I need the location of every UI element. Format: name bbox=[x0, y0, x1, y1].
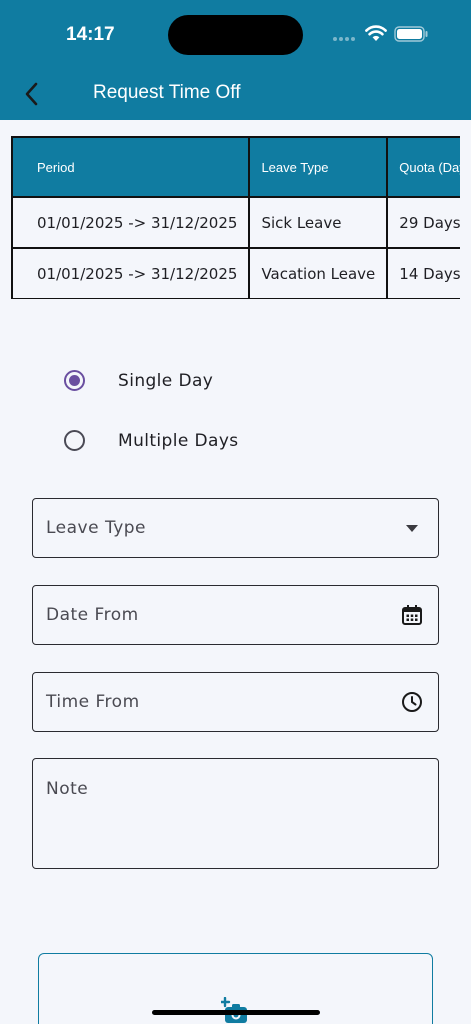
dynamic-island bbox=[168, 15, 303, 55]
cellular-signal-icon bbox=[333, 37, 359, 43]
page-title: Request Time Off bbox=[93, 82, 241, 103]
date-from-label: Date From bbox=[46, 605, 139, 625]
table-row: 01/01/2025 -> 31/12/2025 Vacation Leave … bbox=[11, 247, 460, 299]
leave-type-dropdown[interactable]: Leave Type bbox=[32, 498, 439, 558]
table-header-row: Period Leave Type Quota (Day) bbox=[11, 136, 460, 198]
wifi-icon bbox=[365, 25, 387, 41]
note-textarea[interactable]: Note bbox=[32, 758, 439, 869]
column-header-leave-type: Leave Type bbox=[248, 136, 389, 198]
table-cell-leave-type: Vacation Leave bbox=[248, 247, 389, 299]
table-row: 01/01/2025 -> 31/12/2025 Sick Leave 29 D… bbox=[11, 196, 460, 249]
status-time: 14:17 bbox=[66, 24, 115, 45]
radio-label: Single Day bbox=[118, 370, 214, 391]
table-cell-period: 01/01/2025 -> 31/12/2025 bbox=[11, 247, 251, 299]
radio-button-selected[interactable] bbox=[64, 370, 85, 391]
calendar-icon[interactable] bbox=[400, 603, 424, 627]
chevron-left-icon bbox=[25, 82, 38, 106]
dropdown-arrow-icon bbox=[400, 516, 424, 540]
column-header-quota: Quota (Day) bbox=[386, 136, 460, 198]
battery-icon bbox=[394, 26, 428, 42]
back-button[interactable] bbox=[18, 80, 46, 108]
note-label: Note bbox=[46, 779, 89, 799]
date-from-field[interactable]: Date From bbox=[32, 585, 439, 645]
time-from-label: Time From bbox=[46, 692, 140, 712]
table-cell-leave-type: Sick Leave bbox=[248, 196, 389, 249]
radio-multiple-days[interactable]: Multiple Days bbox=[64, 430, 239, 451]
leave-type-label: Leave Type bbox=[46, 518, 147, 538]
radio-label: Multiple Days bbox=[118, 430, 239, 451]
clock-icon[interactable] bbox=[400, 690, 424, 714]
table-cell-quota: 29 Days 7 H bbox=[386, 196, 460, 249]
quota-table[interactable]: Period Leave Type Quota (Day) 01/01/2025… bbox=[11, 136, 460, 299]
radio-button-unselected[interactable] bbox=[64, 430, 85, 451]
app-header: 14:17 Request Time Off bbox=[0, 0, 471, 120]
home-indicator bbox=[152, 1010, 320, 1015]
time-from-field[interactable]: Time From bbox=[32, 672, 439, 732]
radio-single-day[interactable]: Single Day bbox=[64, 370, 213, 391]
table-cell-period: 01/01/2025 -> 31/12/2025 bbox=[11, 196, 251, 249]
column-header-period: Period bbox=[11, 136, 251, 198]
table-cell-quota: 14 Days 0 H bbox=[386, 247, 460, 299]
